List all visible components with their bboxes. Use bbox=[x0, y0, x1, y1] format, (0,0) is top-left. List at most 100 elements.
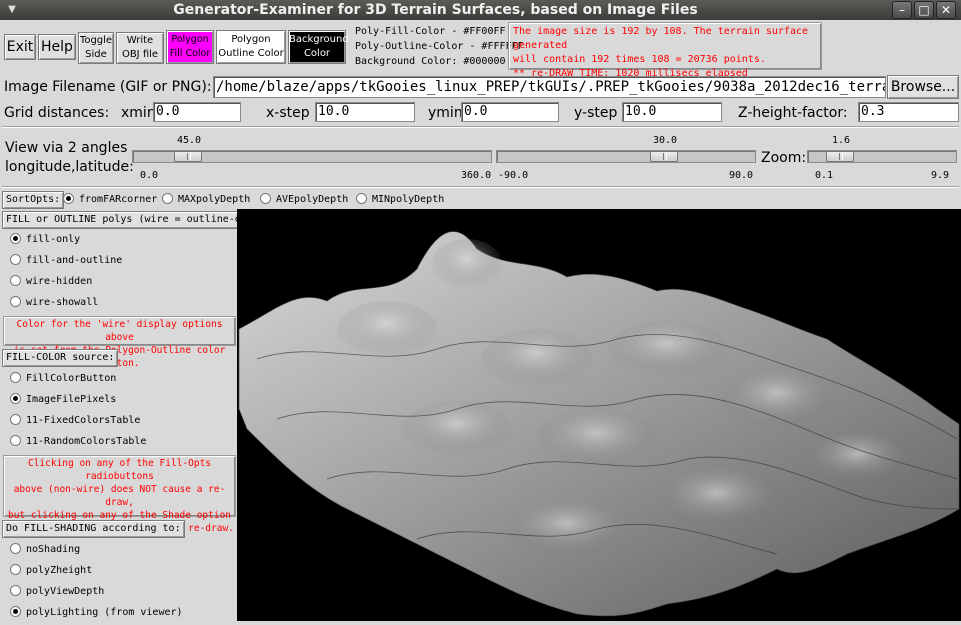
zoom-slider-thumb[interactable] bbox=[826, 151, 854, 162]
fill-option-wire-hidden[interactable]: wire-hidden bbox=[10, 275, 92, 289]
fill-color-option-fixed[interactable]: 11-FixedColorsTable bbox=[10, 414, 140, 428]
ymin-input[interactable]: 0.0 bbox=[461, 102, 559, 122]
outline-color-info: Poly-Outline-Color - #FFFFFF bbox=[355, 41, 524, 52]
fill-option-label: wire-showall bbox=[26, 297, 99, 308]
fill-color-source-button[interactable]: FILL-COLOR source: bbox=[2, 349, 119, 367]
fill-option-label: fill-only bbox=[26, 234, 81, 245]
background-label-2: Color bbox=[303, 48, 331, 59]
shading-option-zheight[interactable]: polyZheight bbox=[10, 564, 92, 578]
sort-option-label: MINpolyDepth bbox=[372, 194, 445, 205]
browse-button[interactable]: Browse... bbox=[887, 75, 959, 99]
fill-option-wire-showall[interactable]: wire-showall bbox=[10, 296, 98, 310]
view-angles-label: View via 2 angles longitude,latitude: bbox=[5, 139, 134, 177]
radio-indicator[interactable] bbox=[10, 585, 21, 596]
radio-indicator[interactable] bbox=[63, 193, 74, 204]
sort-option-avedepth[interactable]: AVEpolyDepth bbox=[260, 193, 348, 207]
longitude-slider[interactable] bbox=[132, 150, 492, 163]
fill-color-option-label: ImageFilePixels bbox=[26, 394, 117, 405]
fill-option-fill-only[interactable]: fill-only bbox=[10, 233, 80, 247]
message-line-1: The image size is 192 by 108. The terrai… bbox=[513, 26, 809, 51]
radio-indicator[interactable] bbox=[10, 296, 21, 307]
radio-indicator[interactable] bbox=[10, 543, 21, 554]
terrain-canvas[interactable] bbox=[237, 209, 961, 621]
fill-color-option-random[interactable]: 11-RandomColorsTable bbox=[10, 435, 146, 449]
image-filename-input[interactable]: /home/blaze/apps/tkGooies_linux_PREP/tkG… bbox=[213, 76, 886, 98]
write-obj-button[interactable]: Write OBJ file bbox=[116, 32, 164, 64]
polygon-outline-label-2: Outline Color bbox=[218, 48, 284, 59]
maximize-button[interactable]: □ bbox=[914, 1, 934, 19]
shading-option-label: polyViewDepth bbox=[26, 586, 105, 597]
fill-color-option-label: 11-FixedColorsTable bbox=[26, 415, 141, 426]
help-button[interactable]: Help bbox=[38, 34, 76, 60]
sort-option-label: AVEpolyDepth bbox=[276, 194, 349, 205]
radio-indicator[interactable] bbox=[10, 393, 21, 404]
zoom-slider[interactable] bbox=[807, 150, 957, 163]
radio-indicator[interactable] bbox=[162, 193, 173, 204]
radio-indicator[interactable] bbox=[10, 606, 21, 617]
sort-options-button[interactable]: SortOpts: bbox=[2, 191, 65, 209]
toggle-side-button[interactable]: Toggle Side bbox=[78, 32, 114, 64]
radio-indicator[interactable] bbox=[356, 193, 367, 204]
xmin-input[interactable]: 0.0 bbox=[153, 102, 241, 122]
latitude-slider-thumb[interactable] bbox=[650, 151, 678, 162]
longitude-slider-thumb[interactable] bbox=[174, 151, 202, 162]
fill-option-label: fill-and-outline bbox=[26, 255, 123, 266]
radio-indicator[interactable] bbox=[10, 254, 21, 265]
fill-option-label: wire-hidden bbox=[26, 276, 93, 287]
radio-indicator[interactable] bbox=[10, 372, 21, 383]
wire-note-line-1: Color for the 'wire' display options abo… bbox=[16, 319, 223, 343]
terrain-surface-drawing bbox=[238, 231, 960, 617]
xstep-input[interactable]: 10.0 bbox=[315, 102, 415, 122]
xstep-label: x-step bbox=[266, 105, 310, 121]
fill-color-info: Poly-Fill-Color - #FF00FF bbox=[355, 26, 506, 37]
radio-indicator[interactable] bbox=[10, 564, 21, 575]
fill-outline-button[interactable]: FILL or OUTLINE polys (wire = outline-on… bbox=[2, 211, 275, 229]
redraw-note-line-1: Clicking on any of the Fill-Opts radiobu… bbox=[27, 458, 212, 482]
background-color-info: Background Color: #000000 bbox=[355, 56, 506, 67]
ystep-input[interactable]: 10.0 bbox=[622, 102, 722, 122]
radio-indicator[interactable] bbox=[10, 414, 21, 425]
polygon-outline-color-button[interactable]: Polygon Outline Color bbox=[216, 30, 286, 64]
status-message-box: The image size is 192 by 108. The terrai… bbox=[508, 22, 822, 79]
radio-indicator[interactable] bbox=[260, 193, 271, 204]
zoom-max: 9.9 bbox=[931, 170, 950, 181]
close-button[interactable]: ✕ bbox=[936, 1, 956, 19]
radio-indicator[interactable] bbox=[10, 233, 21, 244]
zfactor-label: Z-height-factor: bbox=[738, 105, 848, 121]
shading-option-label: noShading bbox=[26, 544, 81, 555]
background-color-button[interactable]: Background Color bbox=[288, 30, 349, 64]
shading-option-viewdepth[interactable]: polyViewDepth bbox=[10, 585, 104, 599]
radio-indicator[interactable] bbox=[10, 275, 21, 286]
xmin-label: xmin bbox=[121, 105, 156, 121]
zfactor-input[interactable]: 0.3 bbox=[858, 102, 959, 122]
zoom-value: 1.6 bbox=[832, 135, 851, 146]
sort-option-maxdepth[interactable]: MAXpolyDepth bbox=[162, 193, 250, 207]
shading-button[interactable]: Do FILL-SHADING according to: bbox=[2, 520, 185, 538]
separator bbox=[2, 126, 959, 128]
fill-color-option-button[interactable]: FillColorButton bbox=[10, 372, 116, 386]
zoom-min: 0.1 bbox=[815, 170, 834, 181]
polygon-outline-label-1: Polygon bbox=[231, 34, 271, 45]
write-obj-label-2: OBJ file bbox=[121, 49, 159, 60]
sort-option-mindepth[interactable]: MINpolyDepth bbox=[356, 193, 444, 207]
polygon-fill-color-button[interactable]: Polygon Fill Color bbox=[166, 30, 214, 64]
sort-option-farcorner[interactable]: fromFARcorner bbox=[63, 193, 157, 207]
latitude-slider[interactable] bbox=[496, 150, 756, 163]
longitude-min: 0.0 bbox=[140, 170, 159, 181]
window-titlebar: ▼ Generator-Examiner for 3D Terrain Surf… bbox=[0, 0, 961, 20]
write-obj-label-1: Write bbox=[126, 35, 154, 46]
exit-button[interactable]: Exit bbox=[4, 34, 36, 60]
redraw-note-line-2: above (non-wire) does NOT cause a re-dra… bbox=[13, 484, 226, 508]
view-label-line-2: longitude,latitude: bbox=[5, 159, 134, 175]
fill-color-option-pixels[interactable]: ImageFilePixels bbox=[10, 393, 116, 407]
toggle-side-label-2: Side bbox=[85, 49, 107, 60]
shading-option-none[interactable]: noShading bbox=[10, 543, 80, 557]
shading-option-lighting[interactable]: polyLighting (from viewer) bbox=[10, 606, 183, 620]
window-title: Generator-Examiner for 3D Terrain Surfac… bbox=[173, 2, 698, 18]
message-line-2: will contain 192 times 108 = 20736 point… bbox=[513, 54, 766, 65]
shading-option-label: polyZheight bbox=[26, 565, 93, 576]
fill-color-option-label: 11-RandomColorsTable bbox=[26, 436, 147, 447]
radio-indicator[interactable] bbox=[10, 435, 21, 446]
fill-option-fill-and-outline[interactable]: fill-and-outline bbox=[10, 254, 122, 268]
minimize-button[interactable]: – bbox=[892, 1, 912, 19]
